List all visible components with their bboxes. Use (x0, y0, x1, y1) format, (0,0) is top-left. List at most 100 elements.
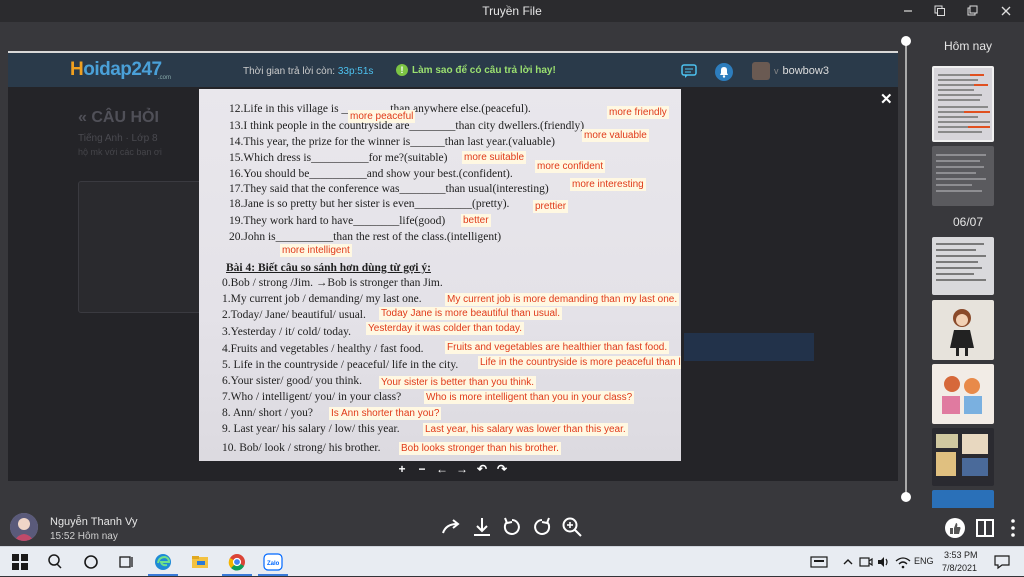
today-label: Hôm nay (943, 39, 993, 53)
thumbnail-7[interactable] (932, 490, 994, 510)
rotate-clockwise-icon[interactable] (531, 516, 553, 538)
zoom-in-icon[interactable]: + (396, 462, 408, 476)
chrome-icon[interactable] (227, 552, 247, 572)
chevron-up-icon[interactable] (838, 552, 858, 572)
date-label: 06/07 (952, 215, 984, 229)
file-history-sidebar: Hôm nay 06/07 (918, 30, 1018, 510)
thumbnail-2[interactable] (932, 146, 994, 206)
exercise-line: 1.My current job / demanding/ my last on… (222, 293, 422, 305)
timeline-scrollbar[interactable] (901, 36, 911, 502)
wifi-icon[interactable] (893, 552, 913, 572)
answer-label: Fruits and vegetables are healthier than… (445, 341, 670, 354)
exercise-line: 7.Who / intelligent/ you/ in your class? (222, 391, 402, 403)
more-options-icon[interactable] (1002, 517, 1024, 539)
thumbnail-6[interactable] (932, 428, 994, 486)
minimize-icon[interactable] (892, 0, 924, 22)
chat-icon[interactable] (680, 62, 698, 80)
username: bowbow3 (782, 65, 829, 77)
answer-label: more friendly (607, 106, 669, 119)
photo-toolbar: + − ← → ↶ ↷ (396, 462, 508, 476)
clock-time[interactable]: 3:53 PM (944, 550, 978, 560)
thumbnail-5[interactable] (932, 364, 994, 424)
answer-label: Life in the countryside is more peaceful… (478, 356, 681, 369)
zoom-out-icon[interactable]: − (416, 462, 428, 476)
logo-letter: H (70, 59, 84, 80)
exercise-line: 15.Which dress is__________for me?(suita… (229, 152, 448, 164)
rotate-right-icon[interactable]: ↷ (496, 462, 508, 476)
exercise-line: 20.John is__________than the rest of the… (229, 231, 502, 243)
thumbnail-4[interactable] (932, 300, 994, 360)
tip-link[interactable]: ! Làm sao để có câu trả lời hay! (396, 64, 556, 76)
rotate-left-icon[interactable]: ↶ (476, 462, 488, 476)
answer-label: Who is more intelligent than you in your… (424, 391, 635, 404)
answer-label: Today Jane is more beautiful than usual. (379, 307, 562, 320)
sender-name: Nguyễn Thanh Vy (50, 516, 138, 528)
user-menu[interactable]: v bowbow3 (752, 62, 829, 80)
edge-browser-icon[interactable] (153, 552, 173, 572)
question-image-box (78, 181, 218, 313)
maximize-icon[interactable] (924, 0, 956, 22)
sent-time: 15:52 Hôm nay (50, 531, 118, 542)
exercise-line: 19.They work hard to have________life(go… (229, 215, 446, 227)
answer-label: more confident (535, 160, 606, 173)
notification-bell-icon[interactable] (714, 62, 733, 81)
bottom-toolbar: Nguyễn Thanh Vy 15:52 Hôm nay (0, 508, 1024, 546)
answer-timer: Thời gian trả lời còn: 33p:51s (243, 66, 373, 77)
logo-text: oidap247 (83, 59, 162, 80)
zalo-icon[interactable]: Zalo (263, 552, 283, 572)
tip-text: Làm sao để có câu trả lời hay! (412, 64, 556, 76)
question-note: hộ mk với các bạn ơi (78, 147, 162, 157)
scrollbar-top-knob[interactable] (901, 36, 911, 46)
thumbnail-3[interactable] (932, 237, 994, 295)
restore-icon[interactable] (956, 0, 988, 22)
exercise-line: 3.Yesterday / it/ cold/ today. (222, 326, 352, 338)
info-icon: ! (396, 64, 408, 76)
answer-label: Last year, his salary was lower than thi… (423, 423, 628, 436)
search-icon[interactable] (45, 552, 65, 572)
close-viewer-icon[interactable]: ✕ (880, 90, 893, 108)
sender-avatar[interactable] (10, 513, 38, 541)
site-logo[interactable]: Hoidap247 (70, 59, 162, 81)
next-icon[interactable]: → (456, 462, 468, 476)
volume-icon[interactable] (874, 552, 894, 572)
scrollbar-bottom-knob[interactable] (901, 492, 911, 502)
section-title: Bài 4: Biết câu so sánh hơn dùng từ gợi … (226, 262, 431, 274)
clock-date[interactable]: 7/8/2021 (942, 563, 977, 573)
zoom-icon[interactable] (561, 516, 583, 538)
thumbnail-selected[interactable] (932, 66, 994, 142)
cortana-icon[interactable] (81, 552, 101, 572)
timer-label: Thời gian trả lời còn: (243, 66, 336, 77)
answer-label: Your sister is better than you think. (379, 376, 537, 389)
question-subject: Tiếng Anh · Lớp 8 (78, 133, 158, 144)
keyboard-icon[interactable] (809, 552, 829, 572)
timer-value: 33p:51s (337, 66, 374, 77)
transfer-file-window: Truyền File Hoidap247 .com Thời gian trả… (0, 0, 1024, 546)
window-title: Truyền File (482, 4, 542, 18)
rotate-counterclockwise-icon[interactable] (501, 516, 523, 538)
windows-start-icon[interactable] (10, 552, 30, 572)
close-icon[interactable] (990, 0, 1022, 22)
answer-label: more interesting (570, 178, 646, 191)
task-view-icon[interactable] (116, 552, 136, 572)
exercise-line: 6.Your sister/ good/ you think. (222, 375, 363, 387)
language-indicator[interactable]: ENG (914, 556, 934, 566)
answer-label: Yesterday it was colder than today. (366, 322, 524, 335)
camera-icon[interactable] (856, 552, 876, 572)
answer-label: Bob looks stronger than his brother. (399, 442, 561, 455)
exercise-line: 4.Fruits and vegetables / healthy / fast… (222, 343, 424, 355)
answer-label: prettier (533, 200, 569, 213)
answer-label: more valuable (582, 129, 649, 142)
logo-domain: .com (158, 75, 172, 81)
download-icon[interactable] (471, 516, 493, 538)
exercise-line: 16.You should be__________and show your … (229, 168, 513, 180)
exercise-line: 18.Jane is so pretty but her sister is e… (229, 198, 510, 210)
notifications-icon[interactable] (992, 552, 1012, 572)
split-view-icon[interactable] (974, 517, 996, 539)
previous-icon[interactable]: ← (436, 462, 448, 476)
file-explorer-icon[interactable] (190, 552, 210, 572)
homework-photo: 12.Life in this village is ________ than… (199, 89, 681, 461)
like-icon[interactable] (944, 517, 966, 539)
svg-text:Zalo: Zalo (267, 561, 280, 567)
share-icon[interactable] (440, 516, 462, 538)
answer-label: My current job is more demanding than my… (445, 293, 680, 306)
